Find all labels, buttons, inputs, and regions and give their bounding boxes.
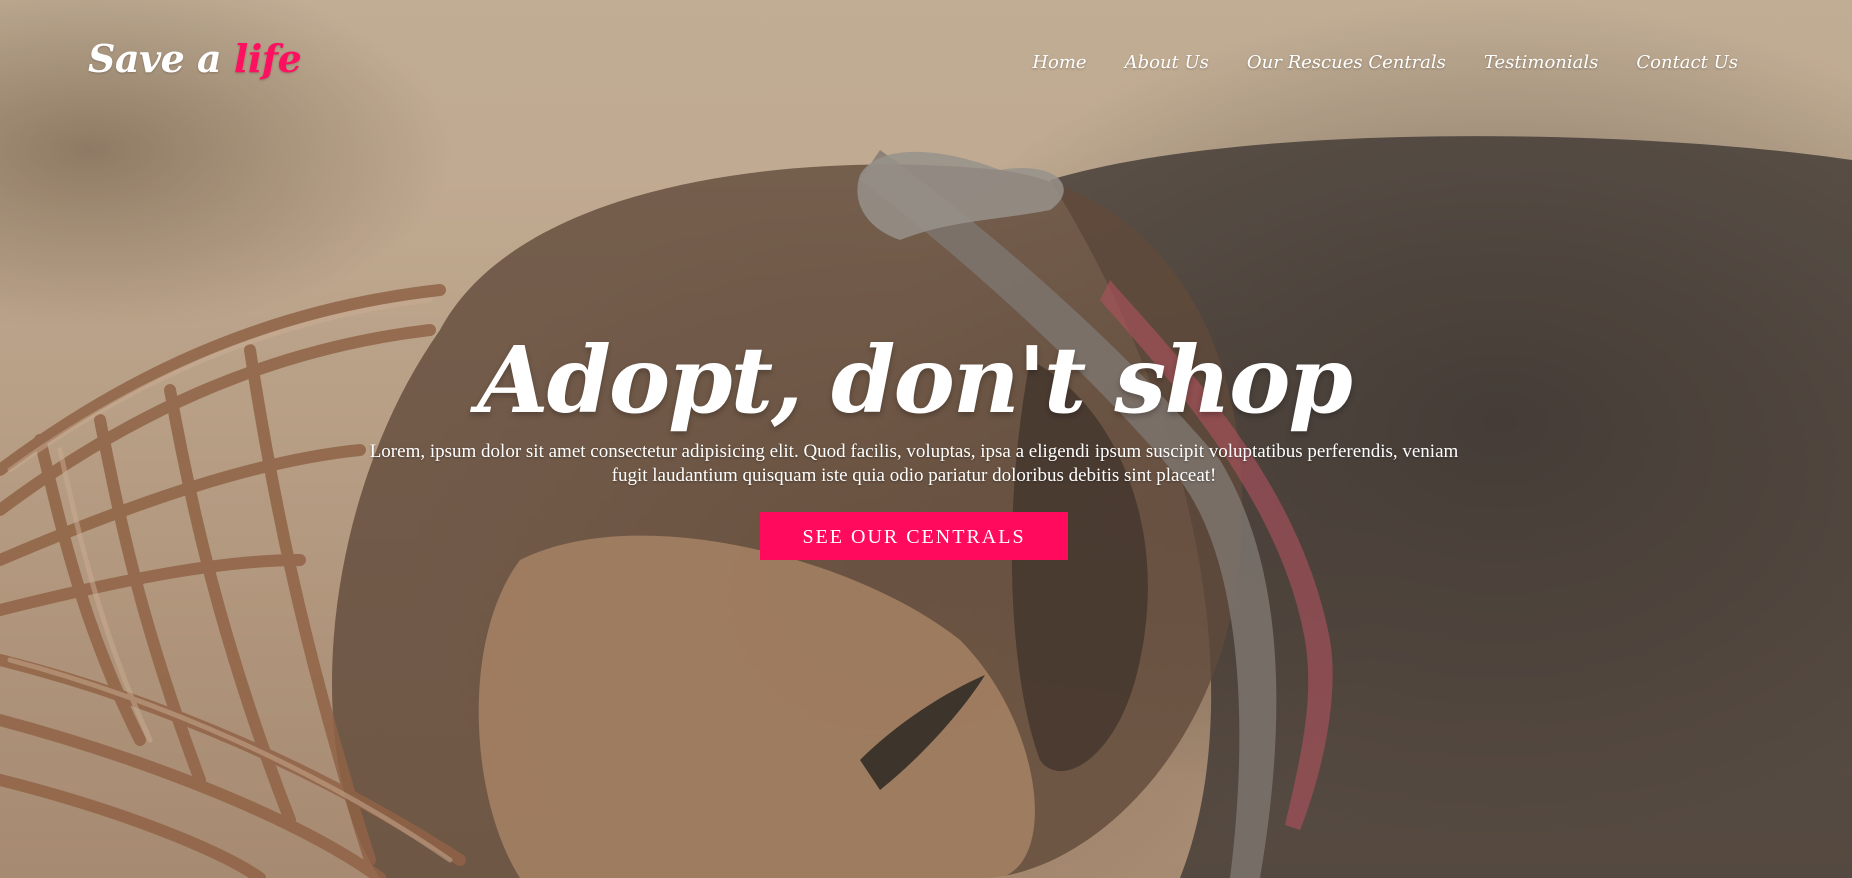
logo-accent-text: life [233,36,302,81]
hero-headline: Adopt, don't shop [477,326,1353,434]
nav-link-testimonials[interactable]: Testimonials [1484,52,1598,73]
nav-link-about-us[interactable]: About Us [1125,52,1209,73]
see-our-centrals-button[interactable]: SEE OUR CENTRALS [760,512,1068,560]
nav-link-rescue-centrals[interactable]: Our Rescues Centrals [1247,52,1446,73]
hero-subtitle: Lorem, ipsum dolor sit amet consectetur … [369,441,1459,486]
nav-link-home[interactable]: Home [1032,52,1086,73]
nav-link-contact-us[interactable]: Contact Us [1636,52,1738,73]
logo-text: Save a [88,36,222,81]
site-logo[interactable]: Save a life [88,36,302,81]
main-nav: Home About Us Our Rescues Centrals Testi… [1032,52,1738,73]
hero-content: Adopt, don't shop Lorem, ipsum dolor sit… [0,330,1828,560]
